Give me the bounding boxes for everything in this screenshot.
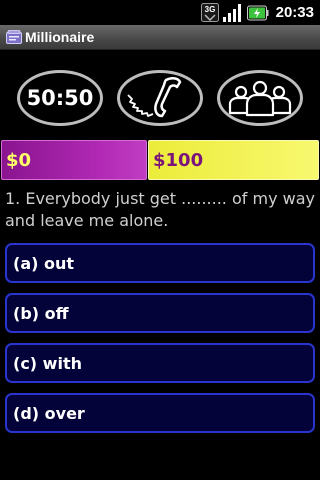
answer-a-button[interactable]: (a) out <box>5 243 315 283</box>
network-3g-icon: 3G <box>200 3 219 22</box>
answer-b-button[interactable]: (b) off <box>5 293 315 333</box>
answer-c-label: (c) with <box>13 354 82 373</box>
title-bar: Millionaire <box>0 25 320 50</box>
ask-audience-lifeline-button[interactable] <box>217 70 303 126</box>
current-prize-amount: $0 <box>6 150 32 171</box>
next-prize-bar: $100 <box>148 140 319 180</box>
status-time: 20:33 <box>275 4 314 21</box>
answer-d-label: (d) over <box>13 404 85 423</box>
phone-handset-icon <box>127 77 182 118</box>
status-icons: 3G 20:33 <box>200 0 320 25</box>
next-prize-amount: $100 <box>153 150 204 171</box>
answer-a-label: (a) out <box>13 254 75 273</box>
fifty-fifty-lifeline-button[interactable]: 50:50 <box>17 70 103 126</box>
app-title: Millionaire <box>25 29 95 45</box>
app-icon <box>6 30 22 44</box>
signal-strength-icon <box>222 3 241 22</box>
fifty-fifty-label: 50:50 <box>26 86 94 110</box>
phone-a-friend-lifeline-button[interactable] <box>117 70 203 126</box>
answer-b-label: (b) off <box>13 304 69 323</box>
network-badge-text: 3G <box>204 5 215 14</box>
answer-c-button[interactable]: (c) with <box>5 343 315 383</box>
audience-people-icon <box>228 80 292 117</box>
question-text: 1. Everybody just get ......... of my wa… <box>5 189 315 230</box>
current-prize-bar: $0 <box>1 140 147 180</box>
answer-d-button[interactable]: (d) over <box>5 393 315 433</box>
status-bar: 3G 20:33 <box>0 0 320 25</box>
battery-charging-icon <box>246 5 269 20</box>
